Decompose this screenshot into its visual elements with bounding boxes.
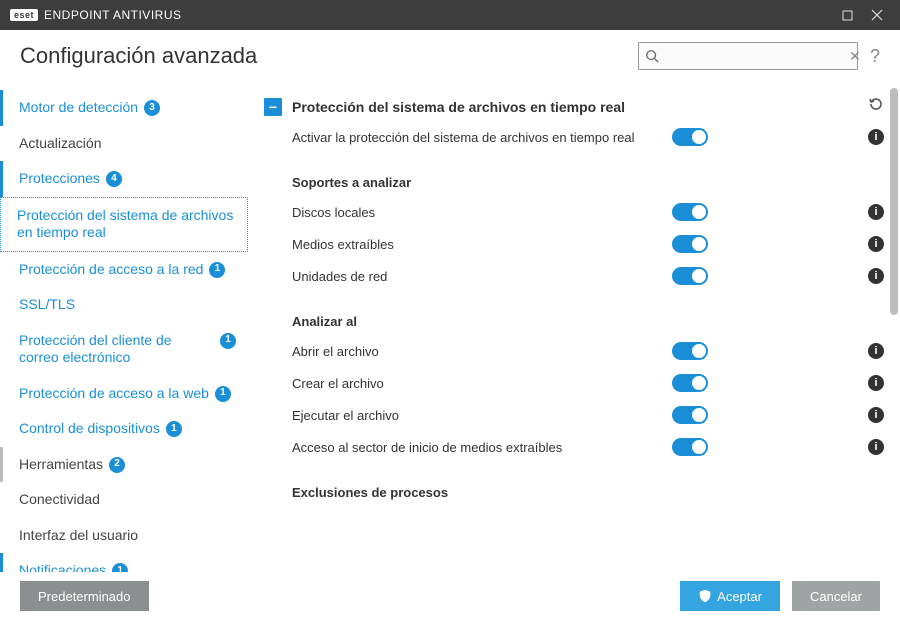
row-local-disks: Discos locales i xyxy=(264,196,884,228)
toggle-local-disks[interactable] xyxy=(672,203,708,221)
help-button[interactable]: ? xyxy=(870,46,880,67)
shield-icon xyxy=(698,589,712,603)
info-icon[interactable]: i xyxy=(868,343,884,359)
subhead-exclusions: Exclusiones de procesos xyxy=(264,463,884,506)
sidebar-item-tools[interactable]: Herramientas 2 xyxy=(0,447,248,483)
search-icon xyxy=(645,49,659,63)
row-removable-media: Medios extraíbles i xyxy=(264,228,884,260)
titlebar: eset ENDPOINT ANTIVIRUS xyxy=(0,0,900,30)
info-icon[interactable]: i xyxy=(868,375,884,391)
nav-badge: 1 xyxy=(215,386,231,402)
page-header: Configuración avanzada ✕ ? xyxy=(0,30,900,84)
sidebar-item-web-access[interactable]: Protección de acceso a la web 1 xyxy=(0,376,248,412)
info-icon[interactable]: i xyxy=(868,204,884,220)
page-title: Configuración avanzada xyxy=(20,43,257,69)
revert-icon[interactable] xyxy=(868,96,884,117)
sidebar-item-realtime-fs[interactable]: Protección del sistema de archivos en ti… xyxy=(0,197,248,252)
search-box[interactable]: ✕ xyxy=(638,42,858,70)
info-icon[interactable]: i xyxy=(868,236,884,252)
nav-badge: 1 xyxy=(209,262,225,278)
search-input[interactable] xyxy=(659,49,847,64)
window-maximize-icon[interactable] xyxy=(832,0,862,30)
sidebar-item-ui[interactable]: Interfaz del usuario xyxy=(0,518,248,554)
row-create-file: Crear el archivo i xyxy=(264,367,884,399)
window-close-icon[interactable] xyxy=(862,0,892,30)
accept-button[interactable]: Aceptar xyxy=(680,581,780,611)
default-button[interactable]: Predeterminado xyxy=(20,581,149,611)
section-title: Protección del sistema de archivos en ti… xyxy=(292,99,868,115)
nav-badge: 3 xyxy=(144,100,160,116)
collapse-icon[interactable]: − xyxy=(264,98,282,116)
sidebar-item-device-control[interactable]: Control de dispositivos 1 xyxy=(0,411,248,447)
nav-badge: 1 xyxy=(166,421,182,437)
sidebar: Motor de detección 3 Actualización Prote… xyxy=(0,84,248,596)
cancel-button[interactable]: Cancelar xyxy=(792,581,880,611)
row-open-file: Abrir el archivo i xyxy=(264,335,884,367)
toggle-open-file[interactable] xyxy=(672,342,708,360)
row-network-drives: Unidades de red i xyxy=(264,260,884,292)
sidebar-item-connectivity[interactable]: Conectividad xyxy=(0,482,248,518)
info-icon[interactable]: i xyxy=(868,268,884,284)
scrollbar[interactable] xyxy=(890,88,898,592)
sidebar-item-ssl-tls[interactable]: SSL/TLS xyxy=(0,287,248,323)
row-execute-file: Ejecutar el archivo i xyxy=(264,399,884,431)
info-icon[interactable]: i xyxy=(868,439,884,455)
footer: Predeterminado Aceptar Cancelar xyxy=(0,572,900,620)
sidebar-item-protections[interactable]: Protecciones 4 xyxy=(0,161,248,197)
info-icon[interactable]: i xyxy=(868,129,884,145)
toggle-boot-sector[interactable] xyxy=(672,438,708,456)
window-title: ENDPOINT ANTIVIRUS xyxy=(44,8,181,22)
sidebar-item-network-access[interactable]: Protección de acceso a la red 1 xyxy=(0,252,248,288)
nav-badge: 2 xyxy=(109,457,125,473)
clear-search-icon[interactable]: ✕ xyxy=(847,48,863,65)
content-pane: − Protección del sistema de archivos en … xyxy=(264,88,888,596)
toggle-execute-file[interactable] xyxy=(672,406,708,424)
sidebar-item-update[interactable]: Actualización xyxy=(0,126,248,162)
subhead-scanon: Analizar al xyxy=(264,292,884,335)
scrollbar-thumb[interactable] xyxy=(890,88,898,315)
logo-badge: eset xyxy=(10,9,38,21)
sidebar-item-email-client[interactable]: Protección del cliente de correo electró… xyxy=(0,323,248,376)
toggle-enable-realtime[interactable] xyxy=(672,128,708,146)
sidebar-item-detection-engine[interactable]: Motor de detección 3 xyxy=(0,90,248,126)
nav-badge: 4 xyxy=(106,171,122,187)
nav-badge: 1 xyxy=(220,333,236,349)
subhead-media: Soportes a analizar xyxy=(264,153,884,196)
toggle-network-drives[interactable] xyxy=(672,267,708,285)
toggle-create-file[interactable] xyxy=(672,374,708,392)
toggle-removable-media[interactable] xyxy=(672,235,708,253)
info-icon[interactable]: i xyxy=(868,407,884,423)
row-boot-sector: Acceso al sector de inicio de medios ext… xyxy=(264,431,884,463)
row-enable-realtime: Activar la protección del sistema de arc… xyxy=(264,121,884,153)
